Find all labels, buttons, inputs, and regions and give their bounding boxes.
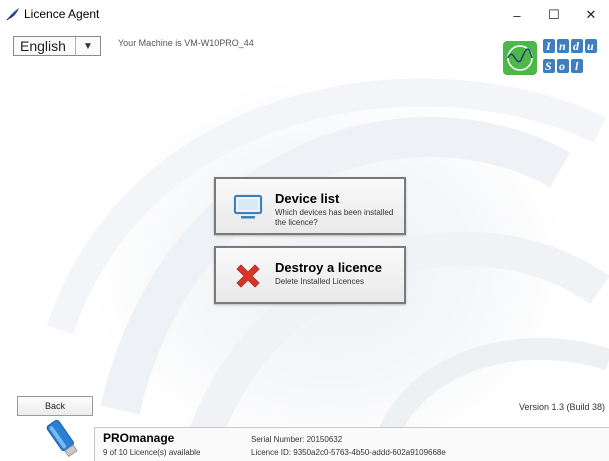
language-value: English [20,38,66,54]
monitor-icon [233,194,263,219]
licence-info-panel: PROmanage 9 of 10 Licence(s) available S… [94,427,609,461]
licence-count: 9 of 10 Licence(s) available [103,448,201,457]
window-title: Licence Agent [24,7,100,21]
title-bar: Licence Agent – ☐ ✕ [0,0,609,30]
destroy-licence-title: Destroy a licence [275,260,382,275]
device-list-title: Device list [275,191,340,206]
usb-dongle-icon [46,419,78,457]
destroy-licence-subtitle: Delete Installed Licences [275,277,364,286]
logo-letter-u: u [587,39,594,53]
back-button[interactable]: Back [17,396,93,416]
dropdown-arrow-icon[interactable]: ▼ [75,37,100,55]
maximize-button[interactable]: ☐ [535,0,573,30]
app-feather-icon [6,8,19,21]
language-select[interactable]: English ▼ [13,36,101,56]
serial-number: Serial Number: 20150632 [251,435,343,444]
product-name: PROmanage [103,431,175,445]
version-label: Version 1.3 (Build 38) [518,402,605,412]
main-content: English ▼ Your Machine is VM-W10PRO_44 I… [0,30,609,461]
close-button[interactable]: ✕ [572,0,609,30]
logo-letter-s: S [545,59,552,73]
minimize-button[interactable]: – [498,0,536,30]
logo-letter-d: d [573,39,580,53]
red-x-icon [236,264,260,288]
indusol-logo: I n d u S o l [503,39,597,75]
destroy-licence-button[interactable]: Destroy a licence Delete Installed Licen… [214,246,406,304]
device-list-subtitle: Which devices has been installed the lic… [275,208,394,227]
machine-name-text: Your Machine is VM-W10PRO_44 [118,38,254,48]
logo-letter-o: o [559,59,565,73]
logo-letter-n: n [559,39,566,53]
licence-id: Licence ID: 9350a2c0-5763-4b50-addd-602a… [251,448,446,457]
device-list-button[interactable]: Device list Which devices has been insta… [214,177,406,235]
